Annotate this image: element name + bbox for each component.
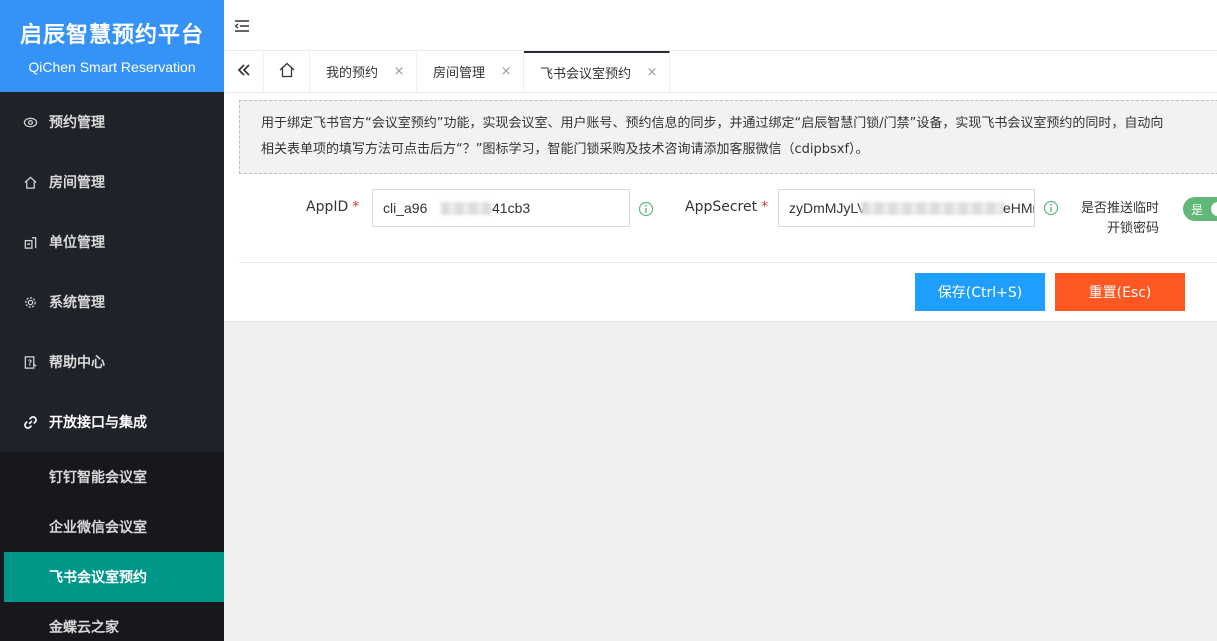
tab-home[interactable] bbox=[264, 51, 310, 92]
appid-label: AppID * bbox=[306, 199, 359, 215]
double-chevron-left-icon bbox=[236, 62, 252, 82]
appsecret-value-prefix: zyDmMJyLV bbox=[789, 200, 867, 216]
eye-icon bbox=[22, 114, 38, 130]
tab-my-reservations[interactable]: 我的预约 × bbox=[310, 51, 418, 92]
sidebar-fold-icon[interactable] bbox=[234, 18, 250, 34]
notice-line-1: 用于绑定飞书官方“会议室预约”功能，实现会议室、用户账号、预约信息的同步，并通过… bbox=[261, 116, 1164, 131]
appid-input[interactable]: cli_a96 41cb3 bbox=[372, 189, 630, 227]
notice-box: 用于绑定飞书官方“会议室预约”功能，实现会议室、用户账号、预约信息的同步，并通过… bbox=[239, 100, 1217, 174]
sidebar-item-rooms[interactable]: 房间管理 bbox=[0, 152, 224, 212]
appsecret-input[interactable]: zyDmMJyLV eHMr bbox=[778, 189, 1035, 227]
sidebar-item-reservation[interactable]: 预约管理 bbox=[0, 92, 224, 152]
close-icon[interactable]: × bbox=[645, 65, 659, 80]
sidebar-item-units[interactable]: 单位管理 bbox=[0, 212, 224, 272]
sidebar-item-label: 预约管理 bbox=[49, 115, 105, 131]
top-header bbox=[224, 0, 1217, 51]
appid-label-text: AppID bbox=[306, 199, 349, 215]
tab-room-management[interactable]: 房间管理 × bbox=[417, 51, 525, 92]
sidebar-item-open-api[interactable]: 开放接口与集成 bbox=[0, 392, 224, 452]
sidebar: 启辰智慧预约平台 QiChen Smart Reservation 预约管理 房… bbox=[0, 0, 224, 641]
appsecret-redaction bbox=[861, 202, 1004, 215]
close-icon[interactable]: × bbox=[392, 64, 406, 79]
appsecret-label: AppSecret * bbox=[685, 199, 768, 215]
main-content: 用于绑定飞书官方“会议室预约”功能，实现会议室、用户账号、预约信息的同步，并通过… bbox=[224, 93, 1217, 322]
push-label-line-2: 开锁密码 bbox=[1107, 221, 1160, 236]
toggle-label: 是 bbox=[1191, 202, 1204, 217]
save-button[interactable]: 保存(Ctrl+S) bbox=[915, 273, 1045, 311]
sidebar-item-label: 单位管理 bbox=[49, 235, 105, 251]
close-icon[interactable]: × bbox=[499, 64, 513, 79]
sidebar-item-help[interactable]: ? 帮助中心 bbox=[0, 332, 224, 392]
tab-label: 我的预约 bbox=[326, 66, 379, 81]
sidebar-subitem-wecom[interactable]: 企业微信会议室 bbox=[4, 502, 224, 552]
tab-bar: 我的预约 × 房间管理 × 飞书会议室预约 × bbox=[224, 51, 1217, 93]
info-icon[interactable] bbox=[638, 201, 654, 217]
sidebar-submenu: 钉钉智能会议室 企业微信会议室 飞书会议室预约 金蝶云之家 bbox=[0, 452, 224, 641]
sidebar-subitem-kingdee[interactable]: 金蝶云之家 bbox=[4, 602, 224, 641]
sidebar-menu: 预约管理 房间管理 单位管理 系统管理 ? 帮助中心 开放接口与集成 钉钉智能会… bbox=[0, 92, 224, 641]
info-icon[interactable] bbox=[1043, 200, 1059, 216]
appid-value-suffix: 41cb3 bbox=[492, 200, 531, 216]
reset-button[interactable]: 重置(Esc) bbox=[1055, 273, 1185, 311]
home-icon bbox=[278, 61, 296, 83]
sidebar-item-label: 帮助中心 bbox=[49, 355, 105, 371]
form-divider bbox=[239, 262, 1217, 263]
brand-subtitle: QiChen Smart Reservation bbox=[28, 59, 196, 75]
notice-line-2: 相关表单项的填写方法可点击后方“？”图标学习，智能门锁采购及技术咨询请添加客服微… bbox=[261, 142, 869, 157]
sidebar-item-label: 房间管理 bbox=[49, 175, 105, 191]
push-password-toggle[interactable]: 是 bbox=[1183, 197, 1217, 221]
building-icon bbox=[22, 234, 38, 250]
svg-text:?: ? bbox=[27, 358, 31, 367]
brand-logo[interactable]: 启辰智慧预约平台 QiChen Smart Reservation bbox=[0, 0, 224, 92]
help-doc-icon: ? bbox=[22, 354, 38, 370]
push-label-line-1: 是否推送临时 bbox=[1081, 201, 1160, 216]
sidebar-item-system[interactable]: 系统管理 bbox=[0, 272, 224, 332]
tab-scroll-left-button[interactable] bbox=[224, 51, 264, 92]
tab-label: 房间管理 bbox=[433, 66, 486, 81]
sidebar-subitem-dingtalk[interactable]: 钉钉智能会议室 bbox=[4, 452, 224, 502]
appid-value-prefix: cli_a96 bbox=[383, 200, 428, 216]
sidebar-item-label: 系统管理 bbox=[49, 295, 105, 311]
tab-label: 飞书会议室预约 bbox=[540, 67, 632, 82]
push-password-label: 是否推送临时 开锁密码 bbox=[1081, 199, 1159, 239]
appsecret-value-suffix: eHMr bbox=[1003, 200, 1035, 216]
required-mark: * bbox=[761, 199, 769, 215]
appsecret-label-text: AppSecret bbox=[685, 199, 758, 215]
sidebar-subitem-feishu[interactable]: 飞书会议室预约 bbox=[4, 552, 224, 602]
appid-redaction bbox=[441, 202, 491, 215]
tab-feishu-reservation[interactable]: 飞书会议室预约 × bbox=[524, 51, 671, 92]
sidebar-item-label: 开放接口与集成 bbox=[49, 415, 147, 431]
link-icon bbox=[22, 414, 38, 430]
home-icon bbox=[22, 174, 38, 190]
brand-title: 启辰智慧预约平台 bbox=[19, 23, 204, 48]
gear-icon bbox=[22, 294, 38, 310]
toggle-knob bbox=[1211, 202, 1217, 216]
required-mark: * bbox=[352, 199, 360, 215]
